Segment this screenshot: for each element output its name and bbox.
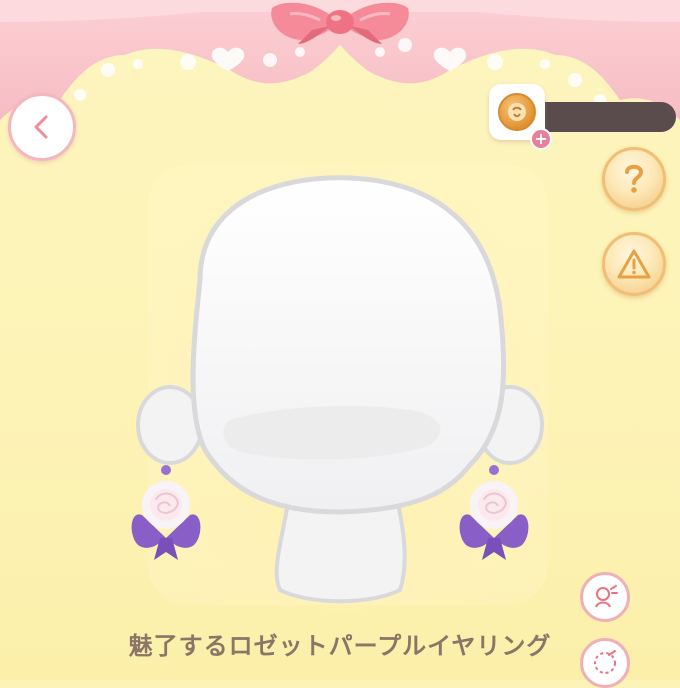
mannequin-preview [131, 175, 544, 604]
question-icon [625, 164, 644, 193]
report-button[interactable] [602, 232, 666, 296]
currency-bar [524, 102, 676, 132]
dressup-icon [595, 585, 618, 608]
left-earring [131, 465, 201, 560]
dressup-button[interactable] [580, 572, 630, 622]
item-name: 魅了するロゼットパープルイヤリング [128, 632, 552, 660]
right-earring [459, 465, 529, 560]
coin-icon [498, 93, 536, 131]
help-button[interactable] [602, 147, 666, 211]
mannequin-head [190, 175, 507, 515]
plus-icon: + [534, 129, 548, 148]
chevron-left-icon [34, 115, 48, 139]
add-currency-button[interactable]: + [530, 128, 552, 150]
back-button[interactable] [8, 93, 76, 161]
warning-icon [617, 249, 651, 279]
top-banner [0, 0, 680, 122]
